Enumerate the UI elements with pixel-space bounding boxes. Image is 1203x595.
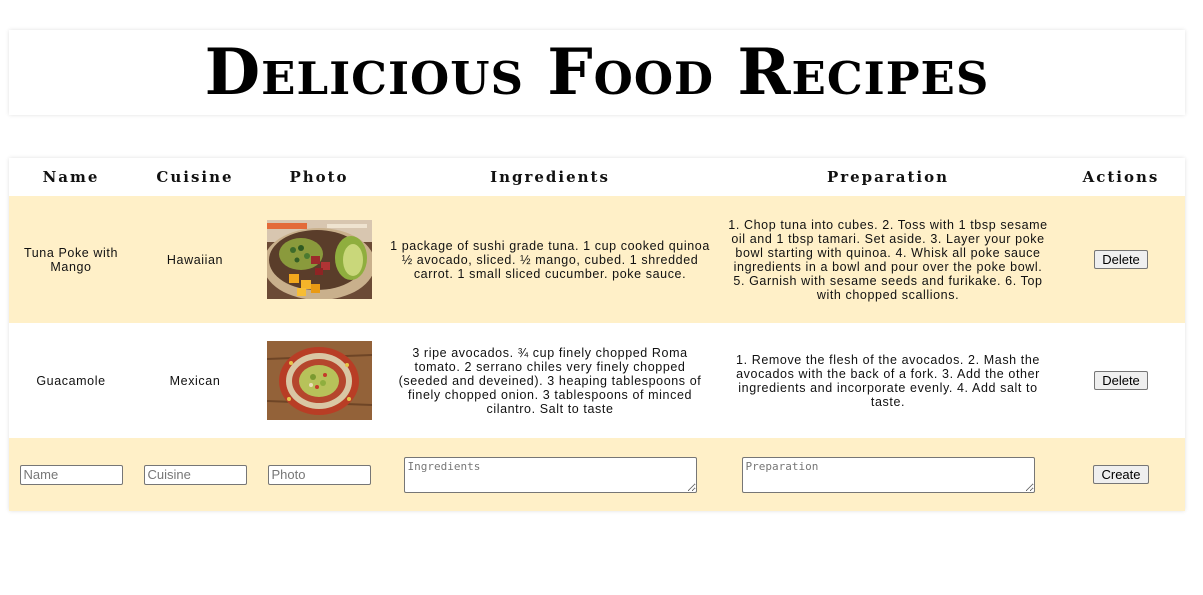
guacamole-photo — [266, 341, 372, 420]
create-button[interactable]: Create — [1093, 465, 1149, 484]
delete-button[interactable]: Delete — [1094, 371, 1148, 390]
new-recipe-form-row: Create — [9, 438, 1185, 511]
table-row: Tuna Poke with Mango Hawaiian 1 package … — [9, 196, 1185, 323]
column-header-name: Name — [42, 168, 100, 186]
recipe-preparation: 1. Remove the flesh of the avocados. 2. … — [719, 323, 1057, 438]
recipe-name: Tuna Poke with Mango — [9, 196, 133, 323]
table-row: Guacamole Mexican 3 ripe avocados. ¾ cup… — [9, 323, 1185, 438]
recipe-preparation: 1. Chop tuna into cubes. 2. Toss with 1 … — [719, 196, 1057, 323]
column-header-preparation: Preparation — [826, 168, 950, 186]
photo-input[interactable] — [267, 464, 371, 485]
recipe-ingredients: 3 ripe avocados. ¾ cup finely chopped Ro… — [381, 323, 719, 438]
page-title: Delicious Food Recipes — [204, 34, 990, 110]
recipes-table-card: Name Cuisine Photo Ingredients Preparati… — [9, 158, 1185, 511]
recipes-table: Name Cuisine Photo Ingredients Preparati… — [9, 158, 1185, 511]
recipe-cuisine: Hawaiian — [133, 196, 257, 323]
page-header: Delicious Food Recipes — [9, 30, 1185, 115]
ingredients-textarea[interactable] — [403, 456, 697, 493]
preparation-textarea[interactable] — [741, 456, 1035, 493]
column-header-ingredients: Ingredients — [490, 168, 610, 186]
poke-bowl-photo — [266, 220, 372, 299]
table-header-row: Name Cuisine Photo Ingredients Preparati… — [9, 158, 1185, 196]
column-header-photo: Photo — [289, 168, 349, 186]
name-input[interactable] — [19, 464, 123, 485]
cuisine-input[interactable] — [143, 464, 247, 485]
column-header-actions: Actions — [1082, 168, 1160, 186]
delete-button[interactable]: Delete — [1094, 250, 1148, 269]
recipe-ingredients: 1 package of sushi grade tuna. 1 cup coo… — [381, 196, 719, 323]
column-header-cuisine: Cuisine — [156, 168, 234, 186]
recipe-cuisine: Mexican — [133, 323, 257, 438]
recipe-name: Guacamole — [9, 323, 133, 438]
